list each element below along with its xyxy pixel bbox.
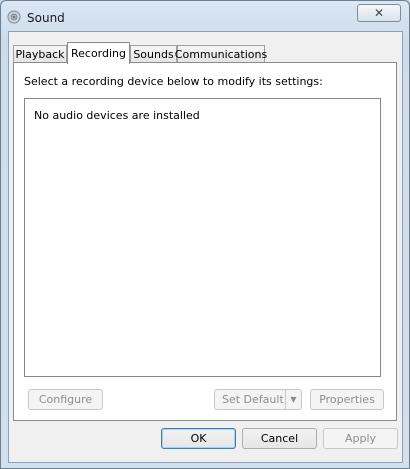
- sound-dialog: Sound ✕ Playback Recording Sounds Commun…: [0, 0, 410, 469]
- tab-recording[interactable]: Recording: [67, 42, 130, 64]
- tab-label: Sounds: [133, 48, 174, 61]
- instruction-text: Select a recording device below to modif…: [24, 75, 323, 88]
- tab-label: Recording: [70, 47, 127, 60]
- close-icon: ✕: [373, 6, 385, 20]
- ok-button[interactable]: OK: [161, 428, 236, 449]
- button-label: Apply: [344, 432, 377, 445]
- empty-list-message: No audio devices are installed: [34, 109, 200, 122]
- apply-button[interactable]: Apply: [323, 428, 398, 449]
- speaker-icon: [7, 10, 21, 24]
- dialog-client-area: Playback Recording Sounds Communications…: [8, 31, 403, 463]
- title-bar[interactable]: Sound ✕: [1, 1, 409, 33]
- tab-label: Playback: [15, 48, 65, 61]
- button-label: OK: [190, 432, 207, 445]
- tab-playback[interactable]: Playback: [13, 45, 67, 63]
- tab-label: Communications: [174, 48, 268, 61]
- recording-panel: Select a recording device below to modif…: [13, 62, 397, 421]
- set-default-button[interactable]: Set Default ▼: [214, 389, 302, 410]
- recording-device-list[interactable]: No audio devices are installed: [24, 98, 381, 377]
- properties-button[interactable]: Properties: [310, 389, 384, 410]
- configure-button[interactable]: Configure: [28, 389, 103, 410]
- window-title: Sound: [27, 11, 65, 25]
- button-label: Set Default: [222, 393, 284, 406]
- button-label: Configure: [38, 393, 93, 406]
- button-label: Cancel: [260, 432, 299, 445]
- button-label: Properties: [319, 393, 375, 406]
- close-button[interactable]: ✕: [357, 4, 401, 22]
- cancel-button[interactable]: Cancel: [242, 428, 317, 449]
- tab-sounds[interactable]: Sounds: [130, 45, 177, 63]
- chevron-down-icon[interactable]: ▼: [285, 390, 301, 409]
- tab-communications[interactable]: Communications: [174, 45, 268, 63]
